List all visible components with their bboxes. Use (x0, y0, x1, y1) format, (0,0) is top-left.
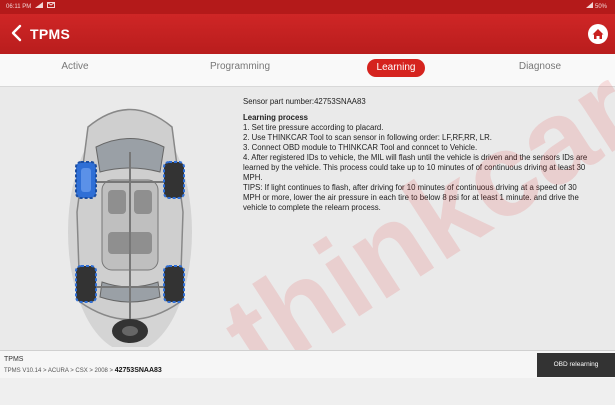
tire-sensor-left-rear (75, 265, 97, 303)
sensor-part-number: Sensor part number:42753SNAA83 (243, 97, 366, 106)
tab-diagnose[interactable]: Diagnose (490, 61, 590, 72)
spare-tire (112, 319, 148, 343)
step-1: 1. Set tire pressure according to placar… (243, 123, 384, 132)
tire-sensor-right-front (163, 161, 185, 199)
tab-bar: Active Programming Learning Diagnose (0, 54, 615, 87)
footer-bar: TPMS TPMS V10.14 > ACURA > CSX > 2008 > … (0, 350, 615, 378)
tire-sensor-left-front (75, 161, 97, 199)
car-diagram (48, 92, 213, 352)
breadcrumb: TPMS V10.14 > ACURA > CSX > 2008 > 42753… (4, 367, 162, 374)
step-4: 4. After registered IDs to vehicle, the … (243, 153, 588, 182)
tab-programming[interactable]: Programming (190, 61, 290, 72)
obd-relearning-button[interactable]: OBD relearning (537, 353, 615, 377)
app-header: TPMS (0, 14, 615, 54)
status-bar: 06:11 PM 50% (0, 0, 615, 14)
page-title: TPMS (30, 26, 71, 42)
battery-level: 50% (594, 4, 607, 10)
mail-icon (47, 0, 56, 14)
breadcrumb-part-number: 42753SNAA83 (114, 367, 162, 374)
step-3: 3. Connect OBD module to THINKCAR Tool a… (243, 143, 478, 152)
status-time: 06:11 PM (6, 4, 32, 10)
signal-icon (35, 0, 44, 14)
tips: TIPS: If light continues to flash, after… (243, 183, 579, 212)
learning-panel: Sensor part number:42753SNAA83 Learning … (0, 87, 615, 352)
step-2: 2. Use THINKCAR Tool to scan sensor in f… (243, 133, 492, 142)
breadcrumb-path: TPMS V10.14 > ACURA > CSX > 2008 > (4, 368, 114, 374)
tab-learning[interactable]: Learning (367, 59, 425, 77)
footer-title: TPMS (4, 356, 24, 363)
tire-sensor-right-rear (163, 265, 185, 303)
home-icon[interactable] (587, 23, 609, 45)
learning-heading: Learning process (243, 113, 308, 122)
wifi-icon (586, 2, 595, 10)
chevron-left-icon[interactable] (6, 22, 28, 44)
instructions: Sensor part number:42753SNAA83 Learning … (243, 97, 595, 213)
tab-active[interactable]: Active (25, 61, 125, 72)
